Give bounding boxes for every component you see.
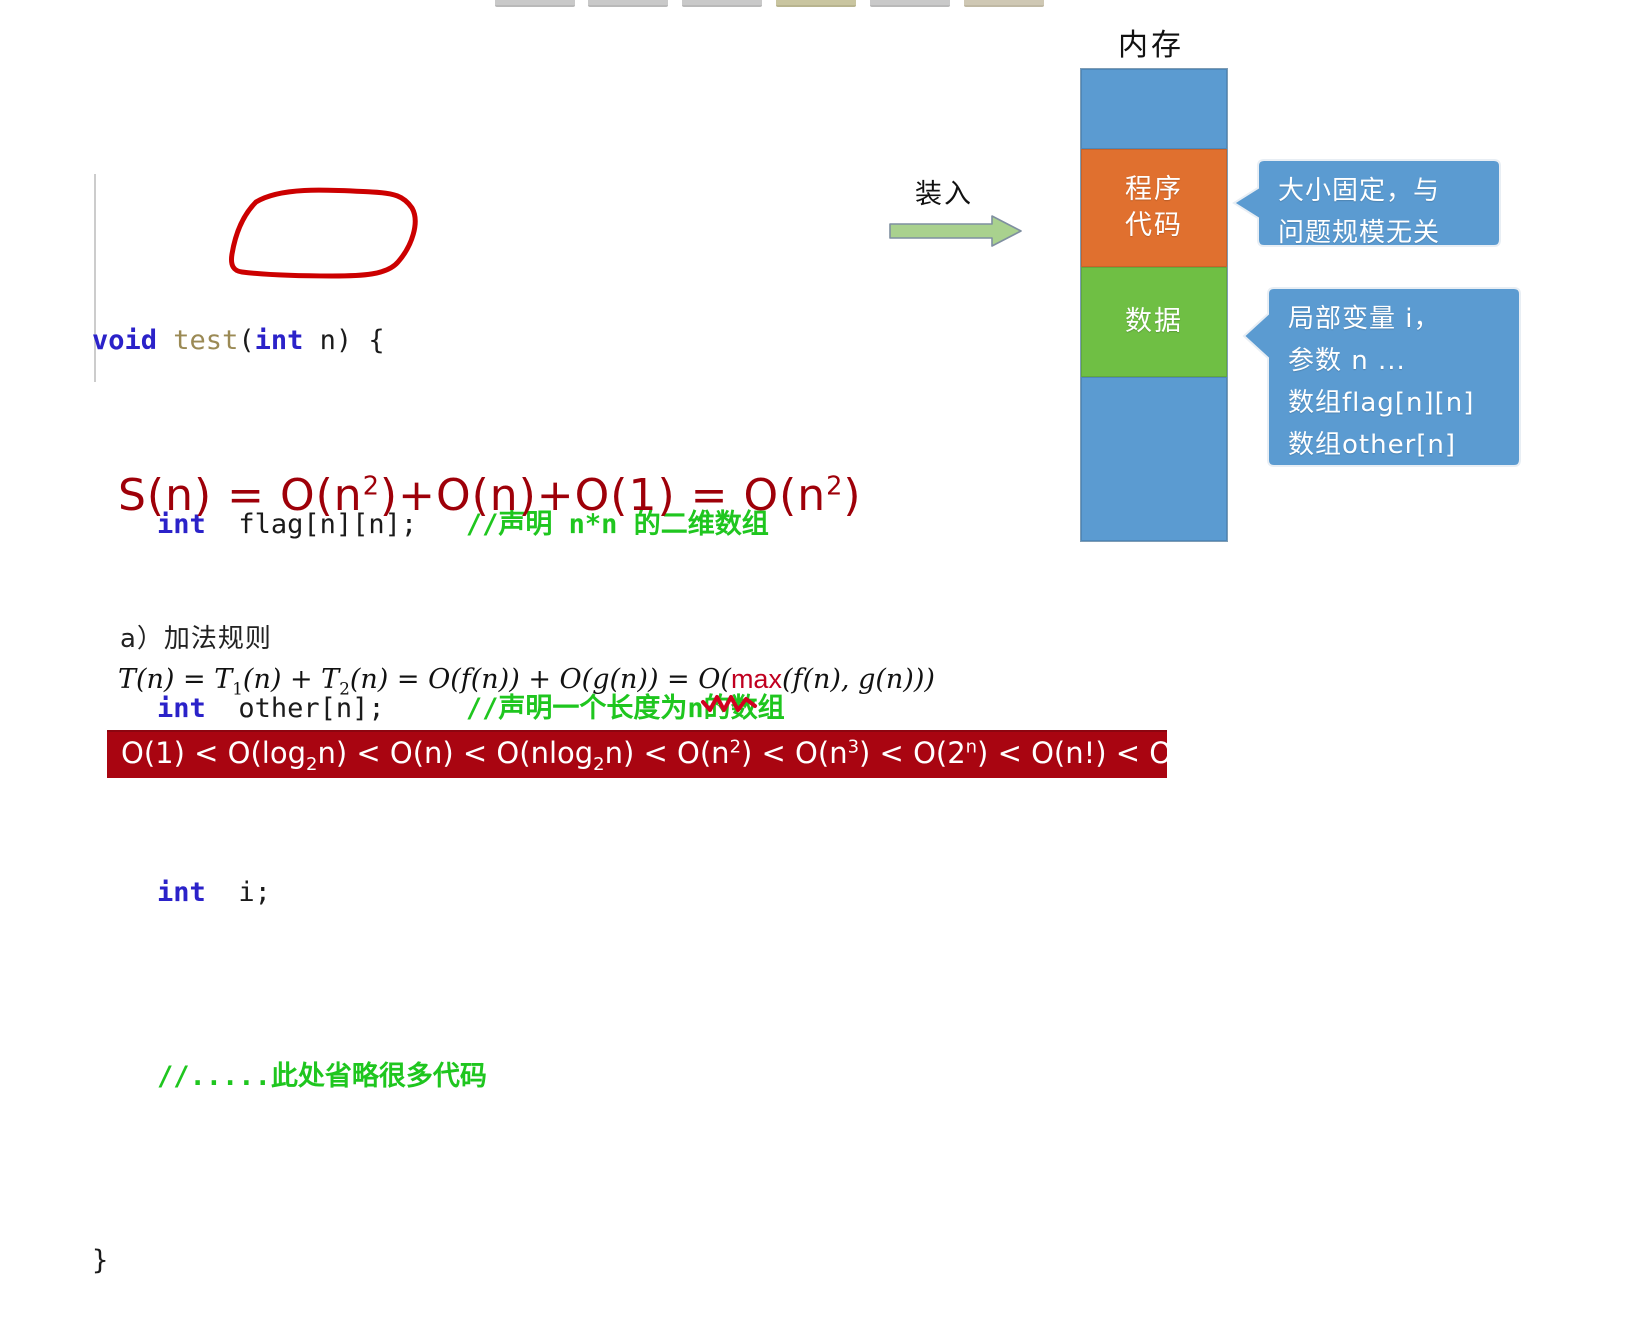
banner-p4: ) < O(n xyxy=(741,735,848,770)
top-tab-2[interactable] xyxy=(588,0,668,7)
sn-prefix: S(n) = O(n xyxy=(118,470,363,521)
banner-e3: n xyxy=(965,735,978,757)
code-line-signature: void test(int n) { xyxy=(92,318,785,364)
memory-band-free-0 xyxy=(1081,69,1227,149)
top-tab-3[interactable] xyxy=(682,0,762,7)
memory-band-free-3 xyxy=(1081,377,1227,541)
params: n) { xyxy=(303,325,385,356)
punctuation: ( xyxy=(238,325,255,356)
top-tab-1[interactable] xyxy=(495,0,575,7)
sn-mid: )+O(n)+O(1) = O(n xyxy=(379,470,827,521)
rule-part-3: (n) = O(f(n)) + O(g(n)) = O( xyxy=(349,664,731,695)
sn-suffix: ) xyxy=(843,470,862,521)
keyword-int: int xyxy=(254,325,304,356)
banner-s2: 2 xyxy=(593,753,605,775)
keyword-int: int xyxy=(157,877,206,908)
space-complexity-formula: S(n) = O(n2)+O(n)+O(1) = O(n2) xyxy=(118,470,862,521)
callout-data-segment-text: 局部变量 i， 参数 n ... 数组flag[n][n] 数组other[n] xyxy=(1288,304,1475,460)
rule-subscript-1: 1 xyxy=(232,678,243,699)
complexity-order-text: O(1) < O(log2n) < O(n) < O(nlog2n) < O(n… xyxy=(121,736,1225,775)
callout-data-segment: 局部变量 i， 参数 n ... 数组flag[n][n] 数组other[n] xyxy=(1240,284,1522,470)
code-line-closing-brace: } xyxy=(92,1238,785,1284)
rule-part-2: (n) + T xyxy=(242,664,340,695)
banner-e4: n xyxy=(1201,735,1214,757)
comment-omitted: //.....此处省略很多代码 xyxy=(157,1061,487,1092)
complexity-order-banner: O(1) < O(log2n) < O(n) < O(nlog2n) < O(n… xyxy=(107,730,1225,778)
rule-subscript-2: 2 xyxy=(339,678,350,699)
top-tab-4[interactable] xyxy=(776,0,856,7)
addition-rule-formula: T(n) = T1(n) + T2(n) = O(f(n)) + O(g(n))… xyxy=(118,664,935,698)
sn-exponent-2: 2 xyxy=(826,471,844,502)
memory-title: 内存 xyxy=(1118,28,1184,63)
code-line-omitted-comment: //.....此处省略很多代码 xyxy=(92,1054,785,1100)
callout-program-code-text: 大小固定，与 问题规模无关 xyxy=(1278,176,1441,248)
function-name-test: test xyxy=(173,325,239,356)
banner-p2: n) < O(n) < O(nlog xyxy=(317,735,594,770)
banner-p7: ) xyxy=(1213,735,1225,770)
banner-p6: ) < O(n!) < O(n xyxy=(977,735,1202,770)
memory-column: 程序 代码 数据 xyxy=(1080,68,1228,542)
memory-band-程序代码: 程序 代码 xyxy=(1081,149,1227,267)
load-arrow-icon xyxy=(889,215,1022,247)
sn-exponent-1: 2 xyxy=(362,471,380,502)
top-tab-strip xyxy=(470,0,1070,7)
top-tab-5[interactable] xyxy=(870,0,950,7)
rule-max-keyword: max xyxy=(730,664,782,694)
declaration-i: i; xyxy=(205,877,271,908)
banner-p5: ) < O(2 xyxy=(859,735,966,770)
callout-program-code: 大小固定，与 问题规模无关 xyxy=(1230,156,1502,250)
banner-p1: O(1) < O(log xyxy=(121,735,306,770)
banner-e1: 2 xyxy=(729,735,741,757)
code-line-i-decl: int i; xyxy=(92,870,785,916)
rule-part-1: T(n) = T xyxy=(118,664,233,695)
top-tab-6[interactable] xyxy=(964,0,1044,7)
rule-part-4: (f(n), g(n))) xyxy=(781,664,935,695)
load-label: 装入 xyxy=(915,179,973,210)
banner-e2: 3 xyxy=(847,735,860,757)
memory-band-数据: 数据 xyxy=(1081,267,1227,377)
addition-rule-title: a）加法规则 xyxy=(120,624,272,654)
closing-brace: } xyxy=(92,1245,109,1276)
banner-p3: n) < O(n xyxy=(604,735,730,770)
banner-s1: 2 xyxy=(306,753,318,775)
keyword-void: void xyxy=(92,325,158,356)
